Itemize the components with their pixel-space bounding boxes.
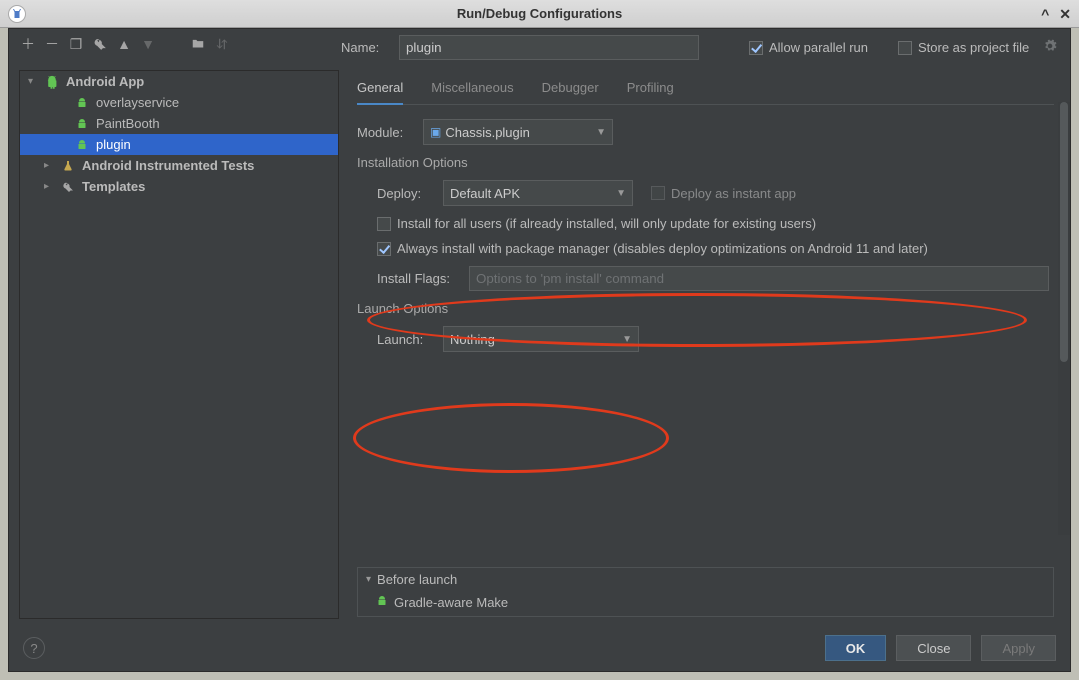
add-icon[interactable]: ＋ [19,35,37,53]
launch-select[interactable]: Nothing▼ [443,326,639,352]
close-button[interactable]: Close [896,635,971,661]
remove-icon[interactable]: － [43,35,61,53]
tree-item-paintbooth[interactable]: PaintBooth [20,113,338,134]
copy-icon[interactable]: ❐ [67,35,85,53]
up-icon[interactable]: ▲ [115,35,133,53]
config-tree[interactable]: ▾ Android App overlayservice PaintBooth … [19,70,339,619]
module-select[interactable]: ▣Chassis.plugin▼ [423,119,613,145]
tree-android-app[interactable]: ▾ Android App [20,71,338,92]
tabs: General Miscellaneous Debugger Profiling [357,70,1054,105]
button-bar: ? OK Close Apply [9,625,1070,671]
apply-button[interactable]: Apply [981,635,1056,661]
store-checkbox[interactable]: Store as project file [898,40,1029,55]
annotation-ellipse-launch [353,403,669,473]
title-bar: Run/Debug Configurations ^ ✕ [0,0,1079,28]
name-input[interactable] [399,35,699,60]
dialog: ＋ － ❐ ▲ ▼ Name: Allo [8,28,1071,672]
module-label: Module: [357,125,423,140]
launch-section: Launch Options [357,301,1054,316]
deploy-label: Deploy: [377,186,443,201]
install-all-checkbox[interactable]: Install for all users (if already instal… [377,216,816,231]
window-title: Run/Debug Configurations [0,6,1079,21]
gear-icon[interactable] [1043,39,1057,56]
install-section: Installation Options [357,155,1054,170]
gradle-make-item[interactable]: Gradle-aware Make [358,591,1053,616]
tree-instrumented[interactable]: ▸ Android Instrumented Tests [20,155,338,176]
tree-item-plugin[interactable]: plugin [20,134,338,155]
scrollbar[interactable] [1058,102,1070,535]
ok-button[interactable]: OK [825,635,887,661]
tab-general[interactable]: General [357,74,403,105]
tree-toolbar: ＋ － ❐ ▲ ▼ [9,29,341,59]
down-icon[interactable]: ▼ [139,35,157,53]
install-flags-input[interactable] [469,266,1049,291]
parallel-checkbox[interactable]: Allow parallel run [749,40,868,55]
launch-label: Launch: [377,332,443,347]
folder-icon[interactable] [189,35,207,53]
before-launch: ▾Before launch Gradle-aware Make [357,567,1054,617]
tab-profiling[interactable]: Profiling [627,74,674,104]
always-pm-checkbox[interactable]: Always install with package manager (dis… [377,241,928,256]
help-button[interactable]: ? [23,637,45,659]
deploy-instant-checkbox[interactable]: Deploy as instant app [651,186,796,201]
tab-debugger[interactable]: Debugger [542,74,599,104]
main-panel: General Miscellaneous Debugger Profiling… [339,70,1070,625]
name-label: Name: [341,40,389,55]
tree-item-overlayservice[interactable]: overlayservice [20,92,338,113]
deploy-select[interactable]: Default APK▼ [443,180,633,206]
tree-templates[interactable]: ▸ Templates [20,176,338,197]
tab-misc[interactable]: Miscellaneous [431,74,513,104]
wrench-icon[interactable] [91,35,109,53]
sort-icon[interactable] [213,35,231,53]
flags-label: Install Flags: [377,271,469,286]
before-launch-toggle[interactable]: ▾Before launch [358,568,1053,591]
